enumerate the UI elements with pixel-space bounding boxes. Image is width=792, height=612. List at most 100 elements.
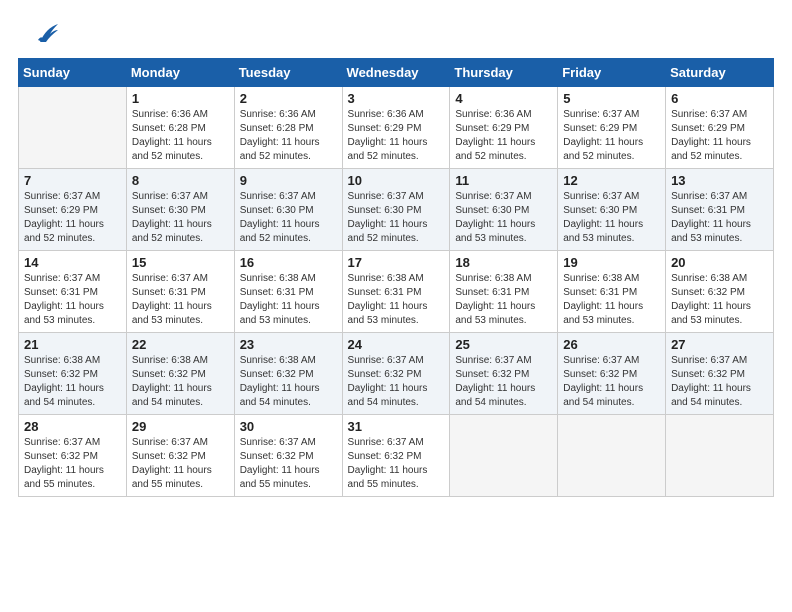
day-number: 2 <box>240 91 337 106</box>
table-row: 19 Sunrise: 6:38 AMSunset: 6:31 PMDayligh… <box>558 251 666 333</box>
header-wednesday: Wednesday <box>342 59 450 87</box>
day-info: Sunrise: 6:37 AMSunset: 6:32 PMDaylight:… <box>348 436 445 492</box>
day-number: 28 <box>24 419 121 434</box>
header-tuesday: Tuesday <box>234 59 342 87</box>
day-number: 11 <box>455 173 552 188</box>
day-number: 30 <box>240 419 337 434</box>
day-info: Sunrise: 6:38 AMSunset: 6:31 PMDaylight:… <box>240 272 337 328</box>
day-number: 27 <box>671 337 768 352</box>
day-number: 18 <box>455 255 552 270</box>
day-number: 8 <box>132 173 229 188</box>
day-number: 3 <box>348 91 445 106</box>
logo <box>30 20 60 53</box>
day-number: 17 <box>348 255 445 270</box>
day-number: 16 <box>240 255 337 270</box>
table-row: 24 Sunrise: 6:37 AMSunset: 6:32 PMDayligh… <box>342 333 450 415</box>
day-info: Sunrise: 6:38 AMSunset: 6:32 PMDaylight:… <box>132 354 229 410</box>
header-saturday: Saturday <box>666 59 774 87</box>
day-info: Sunrise: 6:38 AMSunset: 6:31 PMDaylight:… <box>348 272 445 328</box>
table-row: 25 Sunrise: 6:37 AMSunset: 6:32 PMDayligh… <box>450 333 558 415</box>
day-info: Sunrise: 6:37 AMSunset: 6:29 PMDaylight:… <box>563 108 660 164</box>
table-row: 3 Sunrise: 6:36 AMSunset: 6:29 PMDaylight… <box>342 87 450 169</box>
day-number: 4 <box>455 91 552 106</box>
day-info: Sunrise: 6:37 AMSunset: 6:32 PMDaylight:… <box>132 436 229 492</box>
table-row: 11 Sunrise: 6:37 AMSunset: 6:30 PMDayligh… <box>450 169 558 251</box>
table-row <box>558 415 666 497</box>
calendar-week-row: 28 Sunrise: 6:37 AMSunset: 6:32 PMDayligh… <box>19 415 774 497</box>
day-info: Sunrise: 6:37 AMSunset: 6:30 PMDaylight:… <box>563 190 660 246</box>
day-info: Sunrise: 6:37 AMSunset: 6:32 PMDaylight:… <box>240 436 337 492</box>
table-row: 13Sunrise: 6:37 AMSunset: 6:31 PMDayligh… <box>666 169 774 251</box>
table-row: 2 Sunrise: 6:36 AMSunset: 6:28 PMDaylight… <box>234 87 342 169</box>
table-row: 26 Sunrise: 6:37 AMSunset: 6:32 PMDayligh… <box>558 333 666 415</box>
day-number: 22 <box>132 337 229 352</box>
day-info: Sunrise: 6:38 AMSunset: 6:31 PMDaylight:… <box>563 272 660 328</box>
table-row: 29 Sunrise: 6:37 AMSunset: 6:32 PMDayligh… <box>126 415 234 497</box>
day-info: Sunrise: 6:37 AMSunset: 6:32 PMDaylight:… <box>563 354 660 410</box>
header-monday: Monday <box>126 59 234 87</box>
day-info: Sunrise: 6:37 AMSunset: 6:30 PMDaylight:… <box>455 190 552 246</box>
day-number: 1 <box>132 91 229 106</box>
day-number: 26 <box>563 337 660 352</box>
day-number: 13 <box>671 173 768 188</box>
table-row: 6Sunrise: 6:37 AMSunset: 6:29 PMDaylight… <box>666 87 774 169</box>
day-info: Sunrise: 6:37 AMSunset: 6:32 PMDaylight:… <box>455 354 552 410</box>
day-number: 15 <box>132 255 229 270</box>
table-row: 16 Sunrise: 6:38 AMSunset: 6:31 PMDayligh… <box>234 251 342 333</box>
day-number: 5 <box>563 91 660 106</box>
day-info: Sunrise: 6:38 AMSunset: 6:32 PMDaylight:… <box>24 354 121 410</box>
day-number: 25 <box>455 337 552 352</box>
day-number: 10 <box>348 173 445 188</box>
table-row: 28 Sunrise: 6:37 AMSunset: 6:32 PMDayligh… <box>19 415 127 497</box>
day-info: Sunrise: 6:38 AMSunset: 6:32 PMDaylight:… <box>240 354 337 410</box>
table-row: 9 Sunrise: 6:37 AMSunset: 6:30 PMDaylight… <box>234 169 342 251</box>
table-row: 1 Sunrise: 6:36 AMSunset: 6:28 PMDaylight… <box>126 87 234 169</box>
table-row: 7Sunrise: 6:37 AMSunset: 6:29 PMDaylight… <box>19 169 127 251</box>
day-info: Sunrise: 6:37 AMSunset: 6:32 PMDaylight:… <box>24 436 121 492</box>
calendar-week-row: 14 Sunrise: 6:37 AMSunset: 6:31 PMDayligh… <box>19 251 774 333</box>
day-number: 24 <box>348 337 445 352</box>
table-row: 23Sunrise: 6:38 AMSunset: 6:32 PMDayligh… <box>234 333 342 415</box>
day-number: 12 <box>563 173 660 188</box>
day-number: 7 <box>24 173 121 188</box>
table-row: 22 Sunrise: 6:38 AMSunset: 6:32 PMDayligh… <box>126 333 234 415</box>
day-number: 31 <box>348 419 445 434</box>
day-info: Sunrise: 6:36 AMSunset: 6:29 PMDaylight:… <box>348 108 445 164</box>
day-info: Sunrise: 6:36 AMSunset: 6:28 PMDaylight:… <box>132 108 229 164</box>
day-number: 9 <box>240 173 337 188</box>
day-info: Sunrise: 6:37 AMSunset: 6:30 PMDaylight:… <box>132 190 229 246</box>
day-info: Sunrise: 6:37 AMSunset: 6:31 PMDaylight:… <box>24 272 121 328</box>
table-row: 15 Sunrise: 6:37 AMSunset: 6:31 PMDayligh… <box>126 251 234 333</box>
day-info: Sunrise: 6:37 AMSunset: 6:32 PMDaylight:… <box>348 354 445 410</box>
header-friday: Friday <box>558 59 666 87</box>
table-row: 5 Sunrise: 6:37 AMSunset: 6:29 PMDaylight… <box>558 87 666 169</box>
calendar-week-row: 1 Sunrise: 6:36 AMSunset: 6:28 PMDaylight… <box>19 87 774 169</box>
table-row <box>666 415 774 497</box>
day-info: Sunrise: 6:38 AMSunset: 6:31 PMDaylight:… <box>455 272 552 328</box>
day-info: Sunrise: 6:36 AMSunset: 6:28 PMDaylight:… <box>240 108 337 164</box>
table-row: 4 Sunrise: 6:36 AMSunset: 6:29 PMDaylight… <box>450 87 558 169</box>
logo-bird-icon <box>32 20 60 53</box>
day-info: Sunrise: 6:37 AMSunset: 6:32 PMDaylight:… <box>671 354 768 410</box>
table-row <box>450 415 558 497</box>
table-row: 20 Sunrise: 6:38 AMSunset: 6:32 PMDayligh… <box>666 251 774 333</box>
table-row: 10Sunrise: 6:37 AMSunset: 6:30 PMDayligh… <box>342 169 450 251</box>
table-row: 17 Sunrise: 6:38 AMSunset: 6:31 PMDayligh… <box>342 251 450 333</box>
header-sunday: Sunday <box>19 59 127 87</box>
day-number: 6 <box>671 91 768 106</box>
table-row: 8 Sunrise: 6:37 AMSunset: 6:30 PMDaylight… <box>126 169 234 251</box>
table-row: 21 Sunrise: 6:38 AMSunset: 6:32 PMDayligh… <box>19 333 127 415</box>
day-number: 21 <box>24 337 121 352</box>
table-row: 18 Sunrise: 6:38 AMSunset: 6:31 PMDayligh… <box>450 251 558 333</box>
day-info: Sunrise: 6:36 AMSunset: 6:29 PMDaylight:… <box>455 108 552 164</box>
table-row <box>19 87 127 169</box>
page-header <box>10 10 782 58</box>
day-info: Sunrise: 6:37 AMSunset: 6:31 PMDaylight:… <box>132 272 229 328</box>
day-number: 20 <box>671 255 768 270</box>
day-info: Sunrise: 6:38 AMSunset: 6:32 PMDaylight:… <box>671 272 768 328</box>
day-info: Sunrise: 6:37 AMSunset: 6:30 PMDaylight:… <box>240 190 337 246</box>
calendar-week-row: 21 Sunrise: 6:38 AMSunset: 6:32 PMDayligh… <box>19 333 774 415</box>
day-number: 19 <box>563 255 660 270</box>
day-number: 14 <box>24 255 121 270</box>
day-number: 29 <box>132 419 229 434</box>
